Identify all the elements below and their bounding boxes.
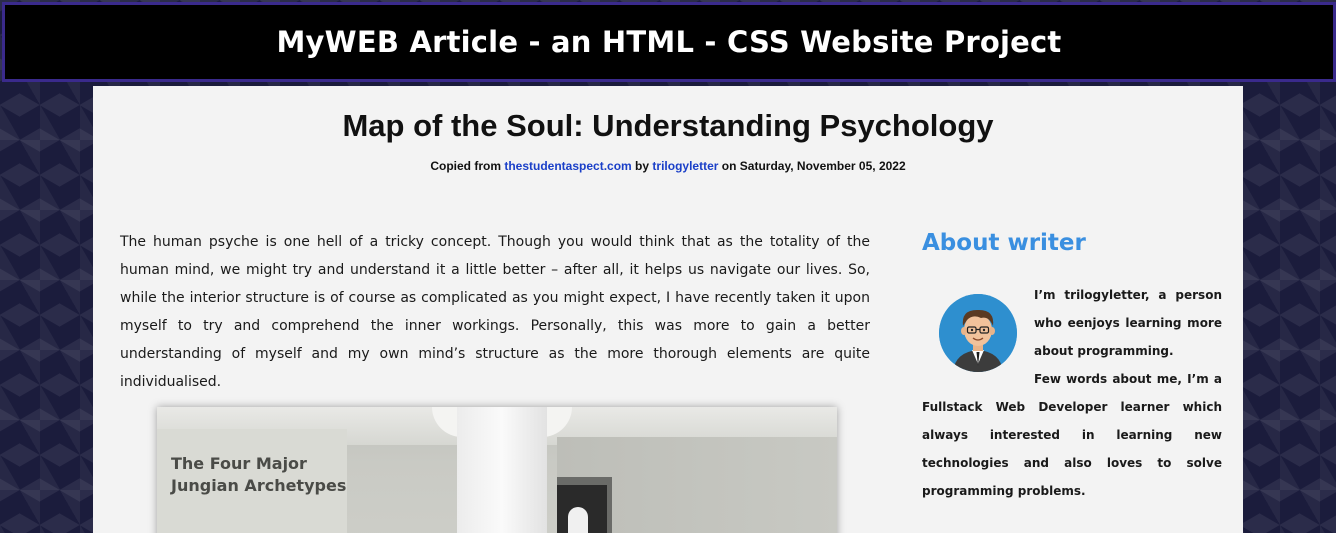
article-image: The Four Major Jungian Archetypes xyxy=(157,407,837,533)
byline-copied-label: Copied from xyxy=(430,159,501,173)
writer-block: I’m trilogyletter, a person who eenjoys … xyxy=(922,281,1222,505)
site-header: MyWEB Article - an HTML - CSS Website Pr… xyxy=(2,2,1336,82)
site-title: MyWEB Article - an HTML - CSS Website Pr… xyxy=(276,25,1062,59)
article-title: Map of the Soul: Understanding Psycholog… xyxy=(342,108,994,143)
writer-avatar xyxy=(939,294,1017,372)
publish-date: Saturday, November 05, 2022 xyxy=(739,159,906,173)
image-figure xyxy=(568,507,588,533)
about-writer-sidebar: About writer I’m trilogyletter, a person… xyxy=(922,228,1222,498)
avatar-person-icon xyxy=(939,294,1017,372)
article-byline: Copied from thestudentaspect.com by tril… xyxy=(93,159,1243,173)
byline-by-label: by xyxy=(635,159,650,173)
article-container: Map of the Soul: Understanding Psycholog… xyxy=(93,86,1243,533)
author-link[interactable]: trilogyletter xyxy=(652,159,718,173)
image-caption: The Four Major Jungian Archetypes xyxy=(171,454,347,495)
image-pillar xyxy=(457,407,547,533)
about-writer-heading: About writer xyxy=(922,230,1086,256)
source-link[interactable]: thestudentaspect.com xyxy=(504,159,631,173)
article-body-paragraph: The human psyche is one hell of a tricky… xyxy=(120,234,870,390)
writer-bio-details: Few words about me, I’m a Fullstack Web … xyxy=(922,372,1222,498)
byline-on-label: on xyxy=(721,159,737,173)
